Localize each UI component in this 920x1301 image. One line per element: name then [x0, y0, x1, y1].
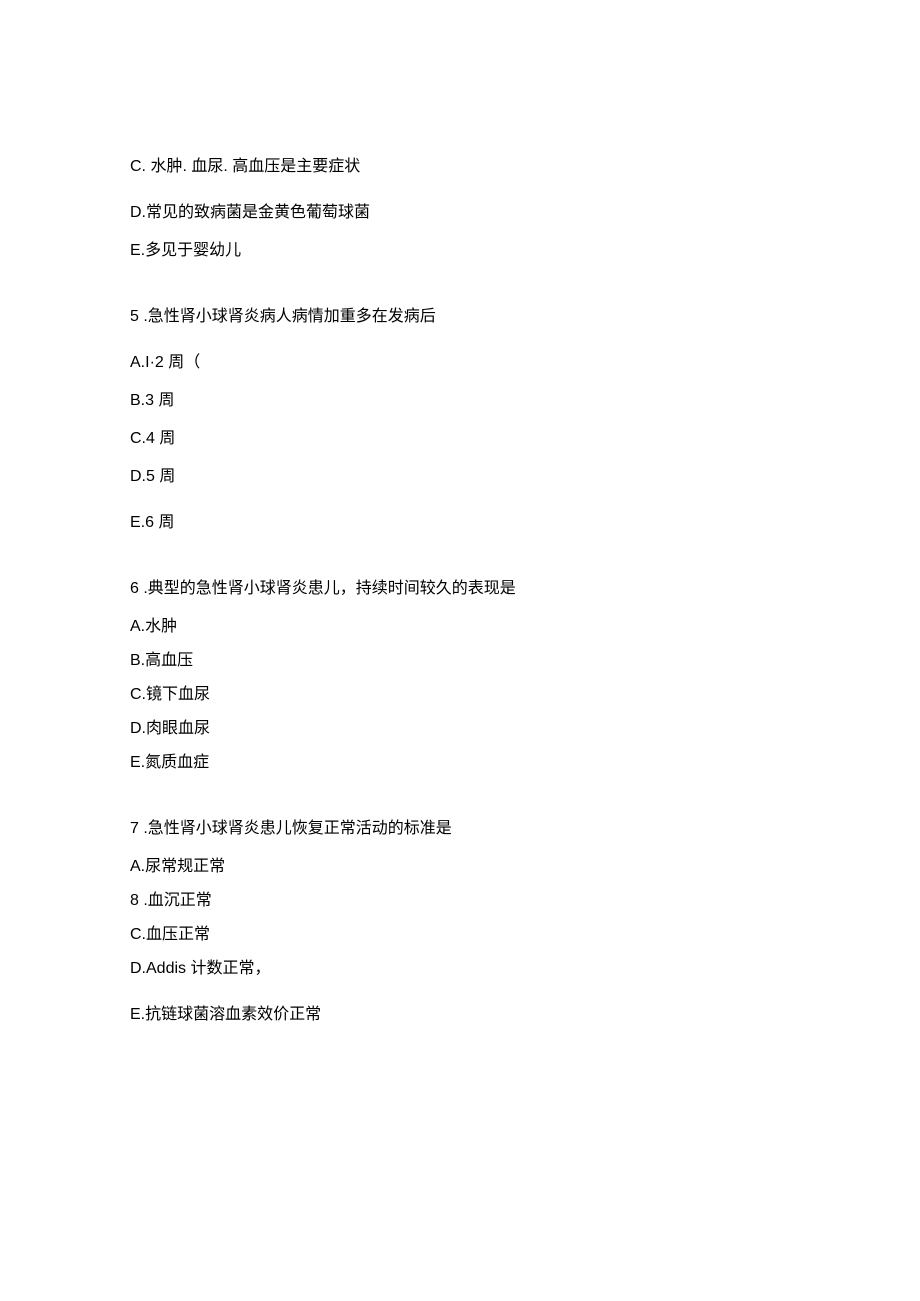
q5-stem: 5 .急性肾小球肾炎病人病情加重多在发病后	[130, 305, 790, 329]
q6-option-a: A.水肿	[130, 615, 790, 639]
q4-option-e: E.多见于婴幼儿	[130, 239, 790, 263]
q6-option-b: B.高血压	[130, 649, 790, 673]
q7-option-e: E.抗链球菌溶血素效价正常	[130, 1003, 790, 1027]
q5-option-e: E.6 周	[130, 511, 790, 535]
q5-option-d: D.5 周	[130, 465, 790, 489]
q6-option-d: D.肉眼血尿	[130, 717, 790, 741]
q5-option-a: A.I·2 周（	[130, 351, 790, 375]
q4-option-d: D.常见的致病菌是金黄色葡萄球菌	[130, 201, 790, 225]
q6-option-e: E.氮质血症	[130, 751, 790, 775]
q5-option-b: B.3 周	[130, 389, 790, 413]
q6-stem: 6 .典型的急性肾小球肾炎患儿，持续时间较久的表现是	[130, 577, 790, 601]
q7-option-b: 8 .血沉正常	[130, 889, 790, 913]
q4-option-c: C. 水肿. 血尿. 高血压是主要症状	[130, 155, 790, 179]
q7-option-d: D.Addis 计数正常，	[130, 957, 790, 981]
q5-option-c: C.4 周	[130, 427, 790, 451]
q7-option-a: A.尿常规正常	[130, 855, 790, 879]
q6-option-c: C.镜下血尿	[130, 683, 790, 707]
q7-stem: 7 .急性肾小球肾炎患儿恢复正常活动的标准是	[130, 817, 790, 841]
q7-option-c: C.血压正常	[130, 923, 790, 947]
